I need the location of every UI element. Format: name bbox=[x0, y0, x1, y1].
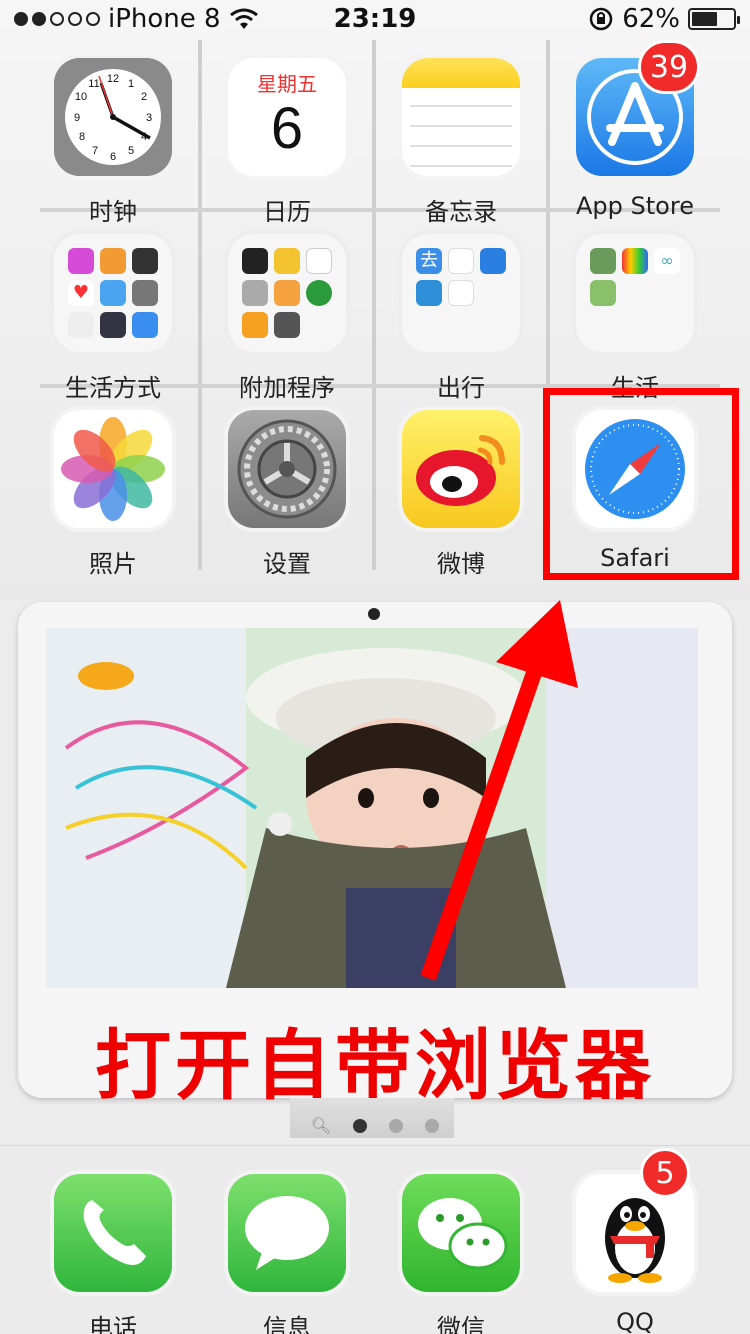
app-label: 信息 bbox=[263, 1314, 311, 1334]
dock-qq[interactable]: 5 QQ bbox=[560, 1148, 710, 1334]
app-label: 电话 bbox=[89, 1314, 137, 1334]
page-indicator[interactable]: 🔍︎ bbox=[0, 1116, 750, 1135]
phone-icon bbox=[54, 1174, 172, 1292]
app-label: 微信 bbox=[437, 1314, 485, 1334]
page-dot bbox=[425, 1118, 440, 1133]
dock-wechat[interactable]: 微信 bbox=[386, 1174, 536, 1334]
app-label: QQ bbox=[616, 1308, 654, 1334]
search-icon: 🔍︎ bbox=[310, 1116, 332, 1135]
dock-messages[interactable]: 信息 bbox=[212, 1174, 362, 1334]
page-dot bbox=[353, 1118, 368, 1133]
page-dot bbox=[389, 1118, 404, 1133]
wechat-icon bbox=[402, 1174, 520, 1292]
message-icon bbox=[228, 1174, 346, 1292]
notification-badge: 39 bbox=[638, 40, 700, 94]
dock-phone[interactable]: 电话 bbox=[38, 1174, 188, 1334]
notification-badge: 5 bbox=[640, 1148, 690, 1198]
